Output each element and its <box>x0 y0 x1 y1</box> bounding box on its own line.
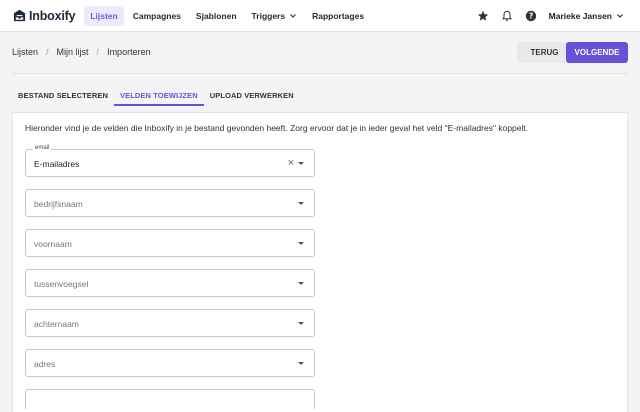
email-field-select[interactable]: email E-mailadres × <box>25 145 315 177</box>
nav-item-sjablonen[interactable]: Sjablonen <box>190 6 243 26</box>
page-header: Lijsten / Mijn lijst / Importeren TERUG … <box>12 42 628 74</box>
intro-text: Hieronder vind je de velden die Inboxify… <box>25 123 529 133</box>
breadcrumb-importeren: Importeren <box>107 47 151 57</box>
field-placeholder: bedrijfsnaam <box>34 199 83 209</box>
clear-icon[interactable]: × <box>288 157 294 169</box>
top-navigation: Inboxify Lijsten Campagnes Sjablonen Tri… <box>0 0 640 32</box>
tab-velden-toewijzen[interactable]: VELDEN TOEWIJZEN <box>114 84 204 106</box>
achternaam-field-select[interactable]: achternaam <box>25 309 315 337</box>
inbox-logo-icon <box>13 9 26 22</box>
logo-text: Inboxify <box>29 8 76 23</box>
logo[interactable]: Inboxify <box>13 8 76 23</box>
caret-down-icon[interactable] <box>298 202 304 205</box>
caret-down-icon[interactable] <box>298 242 304 245</box>
field-label: email <box>33 145 52 151</box>
caret-down-icon[interactable] <box>298 362 304 365</box>
nav-label: Triggers <box>251 10 286 21</box>
nav-label: Campagnes <box>132 10 181 21</box>
breadcrumb: Lijsten / Mijn lijst / Importeren <box>12 47 151 57</box>
nav-item-triggers[interactable]: Triggers <box>246 6 304 26</box>
nav-label: Rapportages <box>312 10 365 21</box>
field-placeholder: tussenvoegsel <box>34 279 89 289</box>
back-button[interactable]: TERUG <box>517 42 572 63</box>
next-button[interactable]: VOLGENDE <box>566 42 628 63</box>
next-field-select[interactable] <box>25 389 315 409</box>
user-menu[interactable]: Marieke Jansen <box>549 11 624 21</box>
svg-text:?: ? <box>528 11 532 20</box>
tab-upload-verwerken[interactable]: UPLOAD VERWERKEN <box>204 84 300 106</box>
field-placeholder: achternaam <box>34 319 79 329</box>
field-mapping-panel: Hieronder vind je de velden die Inboxify… <box>12 112 628 412</box>
bell-icon[interactable] <box>501 10 513 22</box>
import-steps-tabs: BESTAND SELECTEREN VELDEN TOEWIJZEN UPLO… <box>12 84 628 106</box>
field-placeholder: adres <box>34 359 56 369</box>
breadcrumb-separator: / <box>96 47 100 57</box>
nav-item-campagnes[interactable]: Campagnes <box>127 6 187 26</box>
breadcrumb-lijsten[interactable]: Lijsten <box>12 47 38 57</box>
breadcrumb-separator: / <box>46 47 49 57</box>
nav-item-rapportages[interactable]: Rapportages <box>306 6 370 26</box>
bedrijfsnaam-field-select[interactable]: bedrijfsnaam <box>25 189 315 217</box>
nav-label: Lijsten <box>90 10 118 21</box>
breadcrumb-mijn-lijst[interactable]: Mijn lijst <box>57 47 89 57</box>
voornaam-field-select[interactable]: voornaam <box>25 229 315 257</box>
adres-field-select[interactable]: adres <box>25 349 315 377</box>
chevron-down-icon <box>290 13 297 18</box>
caret-down-icon[interactable] <box>298 162 304 165</box>
nav-label: Sjablonen <box>195 10 237 21</box>
help-icon[interactable]: ? <box>525 10 537 22</box>
tussenvoegsel-field-select[interactable]: tussenvoegsel <box>25 269 315 297</box>
caret-down-icon[interactable] <box>298 322 304 325</box>
field-placeholder: voornaam <box>34 239 72 249</box>
tab-bestand-selecteren[interactable]: BESTAND SELECTEREN <box>12 84 114 106</box>
chevron-down-icon <box>617 13 623 18</box>
field-value: E-mailadres <box>34 159 80 169</box>
star-icon[interactable] <box>477 10 489 22</box>
user-name: Marieke Jansen <box>548 10 612 21</box>
nav-item-lijsten[interactable]: Lijsten <box>84 5 124 26</box>
caret-down-icon[interactable] <box>298 282 304 285</box>
